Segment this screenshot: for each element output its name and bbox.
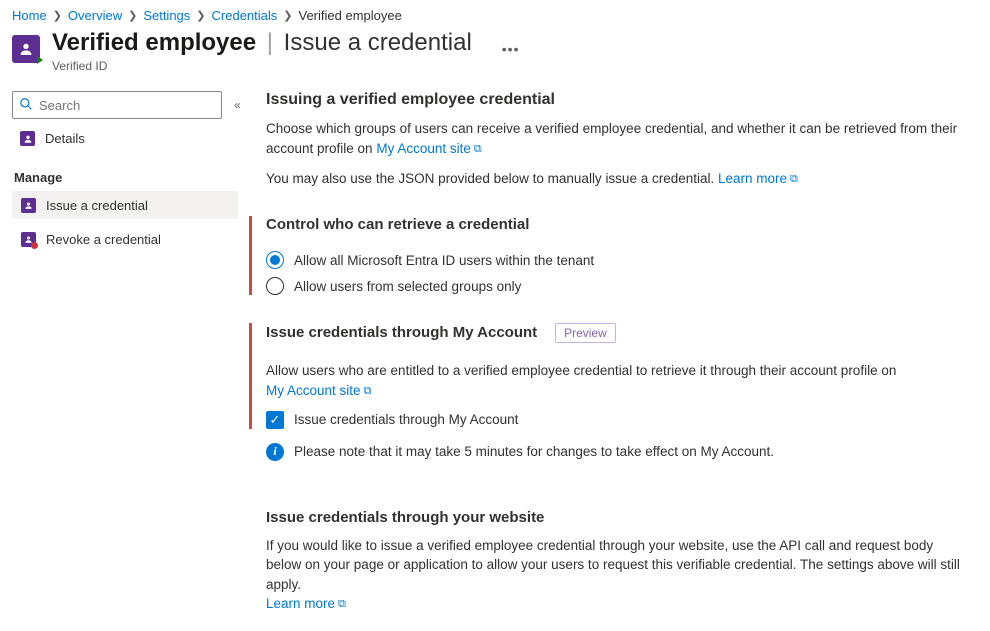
info-text: Please note that it may take 5 minutes f… [294,444,774,459]
radio-icon[interactable] [266,251,284,269]
chevron-right-icon: ❯ [283,9,292,22]
paragraph-choose-groups: Choose which groups of users can receive… [266,119,970,159]
external-link-icon: ⧉ [790,172,798,188]
search-input-wrapper[interactable] [12,91,222,119]
link-learn-more[interactable]: Learn more⧉ [266,596,346,611]
section-issue-my-account: Issue credentials through My Account Pre… [249,323,970,428]
issue-credential-icon [20,197,36,213]
breadcrumb-current: Verified employee [299,8,402,23]
sidebar: « Details Manage Issue a credential [0,91,246,631]
details-icon [20,131,35,146]
credential-badge-icon [12,35,40,63]
sidebar-item-details[interactable]: Details [12,125,238,152]
breadcrumb-link[interactable]: Home [12,8,47,23]
info-note: i Please note that it may take 5 minutes… [266,443,970,461]
sidebar-item-label: Revoke a credential [46,232,161,247]
external-link-icon: ⧉ [364,384,372,400]
external-link-icon: ⧉ [474,142,482,158]
link-my-account-site[interactable]: My Account site⧉ [266,383,371,398]
chevron-right-icon: ❯ [128,9,137,22]
checkbox-label: Issue credentials through My Account [294,412,518,427]
chevron-right-icon: ❯ [53,9,62,22]
heading-issue-website: Issue credentials through your website [266,509,544,526]
checkbox-icon[interactable]: ✓ [266,411,284,429]
revoke-credential-icon [20,231,36,247]
info-icon: i [266,443,284,461]
search-icon [19,97,33,114]
heading-issue-my-account: Issue credentials through My Account [266,324,537,341]
checkbox-issue-my-account[interactable]: ✓ Issue credentials through My Account [266,411,970,429]
paragraph-entitled: Allow users who are entitled to a verifi… [266,361,970,401]
more-actions-icon[interactable]: ••• [502,29,520,57]
heading-issuing: Issuing a verified employee credential [266,91,970,109]
radio-icon[interactable] [266,277,284,295]
page-header: Verified employee | Issue a credential V… [0,27,990,91]
preview-badge: Preview [555,323,616,343]
link-learn-more[interactable]: Learn more⧉ [718,171,798,186]
radio-label: Allow all Microsoft Entra ID users withi… [294,253,594,268]
breadcrumb: Home ❯ Overview ❯ Settings ❯ Credentials… [0,0,990,27]
page-title: Verified employee | Issue a credential [52,29,472,57]
paragraph-json-manual: You may also use the JSON provided below… [266,169,970,189]
heading-control-retrieve: Control who can retrieve a credential [266,216,529,233]
sidebar-item-issue-credential[interactable]: Issue a credential [12,191,238,219]
external-link-icon: ⧉ [338,597,346,613]
breadcrumb-link[interactable]: Settings [143,8,190,23]
radio-label: Allow users from selected groups only [294,279,521,294]
chevron-right-icon: ❯ [196,9,205,22]
product-label: Verified ID [52,59,472,73]
search-input[interactable] [39,98,215,113]
section-issue-website: Issue credentials through your website I… [266,509,970,615]
section-control-retrieve: Control who can retrieve a credential Al… [249,216,970,295]
main-content: Issuing a verified employee credential C… [246,91,990,631]
radio-option-all-users[interactable]: Allow all Microsoft Entra ID users withi… [266,251,970,269]
breadcrumb-link[interactable]: Credentials [212,8,278,23]
paragraph-website: If you would like to issue a verified em… [266,536,970,615]
radio-option-selected-groups[interactable]: Allow users from selected groups only [266,277,970,295]
breadcrumb-link[interactable]: Overview [68,8,122,23]
sidebar-item-label: Details [45,131,85,146]
sidebar-item-revoke-credential[interactable]: Revoke a credential [12,225,238,253]
sidebar-item-label: Issue a credential [46,198,148,213]
sidebar-section-manage: Manage [14,170,238,185]
link-my-account-site[interactable]: My Account site⧉ [376,141,481,156]
collapse-sidebar-icon[interactable]: « [230,94,245,116]
